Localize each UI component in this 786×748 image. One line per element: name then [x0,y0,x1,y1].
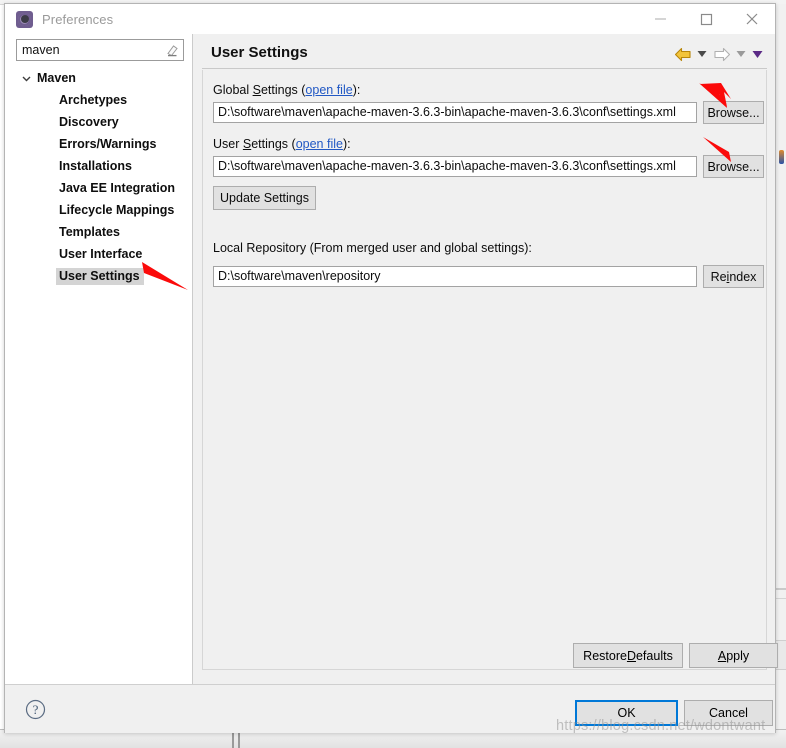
user-settings-path-input[interactable]: D:\software\maven\apache-maven-3.6.3-bin… [213,156,697,177]
help-question-icon[interactable]: ? [25,699,46,720]
sidebar-item-label: User Interface [59,247,143,261]
sidebar-item-label: Templates [59,225,120,239]
sidebar-item-templates[interactable]: Templates [5,221,192,243]
sidebar-item-archetypes[interactable]: Archetypes [5,89,192,111]
sidebar-item-user-interface[interactable]: User Interface [5,243,192,265]
forward-arrow-icon[interactable] [710,43,733,65]
sidebar-item-label: Maven [37,71,76,85]
restore-defaults-label-post: efaults [635,648,673,663]
update-settings-button[interactable]: Update Settings [213,186,316,210]
reindex-label-pre: Re [710,269,727,284]
close-icon[interactable] [729,4,775,34]
global-settings-label-mnemonic: S [252,83,261,97]
settings-form: Global Settings (open file): D:\software… [202,70,778,670]
sidebar-item-label: User Settings [56,267,144,285]
chevron-down-icon[interactable] [19,71,33,85]
user-settings-open-file-link[interactable]: open file [296,137,343,151]
reindex-button[interactable]: Re i ndex [703,265,764,288]
restore-defaults-label-mnemonic: D [626,648,636,663]
sidebar-item-installations[interactable]: Installations [5,155,192,177]
sidebar-item-label: Installations [59,159,132,173]
background-status-grip-2 [238,732,240,748]
filter-field-wrapper[interactable] [16,39,184,61]
sidebar-item-label: Archetypes [59,93,128,107]
apply-button[interactable]: Apply [689,643,778,668]
global-settings-label: Global Settings (open file): [213,83,360,97]
user-settings-label-end: ): [342,137,351,151]
global-settings-browse-button[interactable]: Browse... [703,101,764,124]
sidebar-item-java-ee-integration[interactable]: Java EE Integration [5,177,192,199]
settings-page: User Settings Global Settings (open file… [194,34,778,684]
sidebar-item-maven[interactable]: Maven [5,67,192,89]
back-arrow-icon[interactable] [671,43,694,65]
back-history-chevron-down-icon[interactable] [694,43,710,65]
local-repository-path-input: D:\software\maven\repository [213,266,697,287]
local-repository-label: Local Repository (From merged user and g… [213,241,532,255]
background-scroll-marker [779,150,784,164]
user-settings-browse-button[interactable]: Browse... [703,155,764,178]
preferences-sidebar: Maven Archetypes Discovery Errors/Warnin… [5,34,193,684]
page-title-separator [202,68,767,69]
sidebar-item-discovery[interactable]: Discovery [5,111,192,133]
page-overflow-chevron-down-icon[interactable] [749,43,765,65]
watermark-text: https://blog.csdn.net/wdontwant [556,718,766,734]
global-settings-path-input[interactable]: D:\software\maven\apache-maven-3.6.3-bin… [213,102,697,123]
restore-defaults-label-pre: Restore [583,648,627,663]
reindex-label-post: ndex [729,269,757,284]
dialog-body: Maven Archetypes Discovery Errors/Warnin… [5,34,778,684]
maximize-icon[interactable] [683,4,729,34]
dialog-title-bar: Preferences [5,4,775,34]
page-title: User Settings [211,44,308,61]
preferences-dialog: Preferences maven Maven Archetypes Disco… [4,3,778,733]
sidebar-item-label: Java EE Integration [59,181,176,195]
background-status-grip-1 [232,732,234,748]
sidebar-item-label: Lifecycle Mappings [59,203,175,217]
restore-defaults-button[interactable]: Restore Defaults [573,643,683,668]
clear-eraser-icon[interactable] [162,40,182,60]
forward-history-chevron-down-icon[interactable] [733,43,749,65]
global-settings-label-post: ettings ( [260,83,306,97]
sidebar-item-label: Discovery [59,115,119,129]
user-settings-label: User Settings (open file): [213,137,351,151]
minimize-icon[interactable] [637,4,683,34]
search-input[interactable] [17,41,162,59]
global-settings-open-file-link[interactable]: open file [305,83,352,97]
global-settings-label-end: ): [352,83,361,97]
sidebar-item-lifecycle-mappings[interactable]: Lifecycle Mappings [5,199,192,221]
global-settings-label-pre: Global [213,83,253,97]
svg-text:?: ? [33,702,39,717]
preferences-gear-icon [16,10,33,28]
window-controls [637,4,775,34]
sidebar-item-errors-warnings[interactable]: Errors/Warnings [5,133,192,155]
preferences-tree: Maven Archetypes Discovery Errors/Warnin… [5,67,192,287]
sidebar-item-user-settings[interactable]: User Settings [5,265,192,287]
page-navigation-toolbar [671,43,765,65]
user-settings-label-mnemonic: S [242,137,252,151]
dialog-title: Preferences [42,11,114,27]
user-settings-label-post: ettings ( [251,137,296,151]
apply-label-mnemonic: A [717,648,727,663]
apply-label-post: pply [726,648,750,663]
user-settings-label-pre: User [213,137,243,151]
sidebar-item-label: Errors/Warnings [59,137,157,151]
